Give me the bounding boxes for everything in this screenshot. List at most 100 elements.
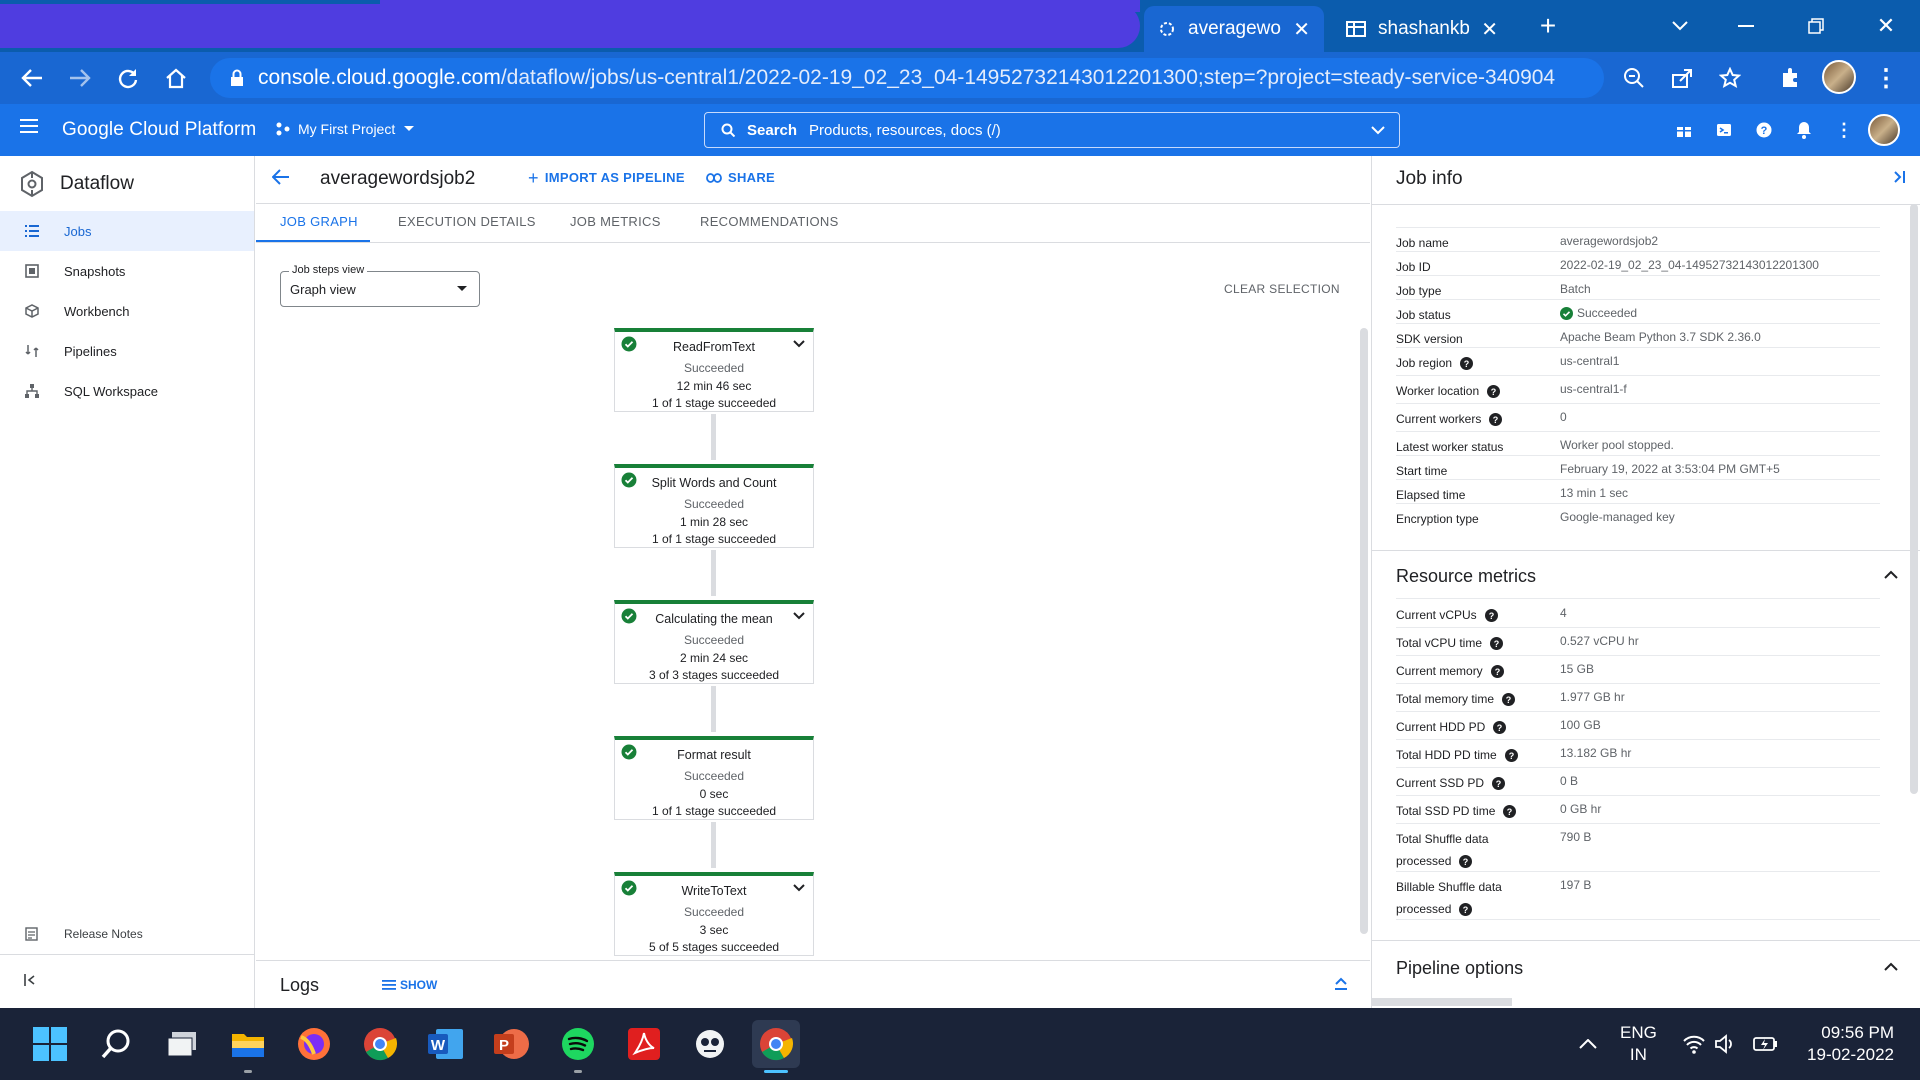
reload-icon[interactable] bbox=[112, 62, 144, 94]
sidebar-item-pipelines[interactable]: Pipelines bbox=[0, 331, 254, 371]
info-key: Total HDD PD time? bbox=[1396, 744, 1556, 766]
sidebar: Dataflow Jobs Snapshots Workbench Pipeli… bbox=[0, 156, 255, 1008]
chevron-up-icon[interactable] bbox=[1884, 962, 1898, 971]
help-icon[interactable]: ? bbox=[1503, 805, 1517, 819]
gift-icon[interactable] bbox=[1672, 118, 1696, 142]
chrome-icon[interactable] bbox=[752, 1020, 800, 1068]
sidebar-item-workbench[interactable]: Workbench bbox=[0, 291, 254, 331]
browser-menu-icon[interactable]: ⋮ bbox=[1868, 60, 1904, 96]
close-tab-icon[interactable]: ✕ bbox=[1481, 17, 1498, 42]
chevron-up-icon[interactable] bbox=[1884, 570, 1898, 579]
help-icon[interactable]: ? bbox=[1752, 118, 1776, 142]
chrome-icon[interactable] bbox=[356, 1020, 404, 1068]
back-arrow-icon[interactable] bbox=[272, 168, 290, 186]
panel-scrollbar[interactable] bbox=[1910, 204, 1918, 794]
word-icon[interactable]: W bbox=[422, 1020, 470, 1068]
product-header[interactable]: Dataflow bbox=[20, 166, 134, 202]
cloud-shell-icon[interactable] bbox=[1712, 118, 1736, 142]
import-as-pipeline-button[interactable]: + IMPORT AS PIPELINE bbox=[528, 169, 685, 187]
wifi-icon[interactable] bbox=[1680, 1030, 1708, 1058]
collapse-sidebar-icon[interactable] bbox=[24, 974, 36, 986]
help-icon[interactable]: ? bbox=[1489, 413, 1503, 427]
spotify-icon[interactable] bbox=[554, 1020, 602, 1068]
panel-horizontal-scrollbar[interactable] bbox=[1372, 998, 1512, 1006]
app-icon[interactable] bbox=[686, 1020, 734, 1068]
search-input[interactable]: Search Products, resources, docs (/) bbox=[704, 112, 1400, 148]
graph-node-calculating-the-mean[interactable]: Calculating the mean Succeeded 2 min 24 … bbox=[614, 600, 814, 684]
bookmark-star-icon[interactable] bbox=[1712, 60, 1748, 96]
tab-title: shashankbe bbox=[1378, 18, 1470, 39]
extensions-icon[interactable] bbox=[1772, 60, 1808, 96]
tab-execution-details[interactable]: EXECUTION DETAILS bbox=[398, 214, 536, 229]
import-label: IMPORT AS PIPELINE bbox=[544, 170, 685, 185]
chevron-up-icon[interactable] bbox=[1574, 1030, 1602, 1058]
job-steps-view-select[interactable]: Job steps view Graph view bbox=[280, 264, 480, 307]
help-icon[interactable]: ? bbox=[1490, 637, 1504, 651]
sidebar-item-sql-workspace[interactable]: SQL Workspace bbox=[0, 371, 254, 411]
gcp-brand[interactable]: Google Cloud Platform bbox=[62, 119, 256, 141]
tab-recommendations[interactable]: RECOMMENDATIONS bbox=[700, 214, 839, 229]
notifications-bell-icon[interactable] bbox=[1792, 118, 1816, 142]
graph-node-write-to-text[interactable]: WriteToText Succeeded 3 sec 5 of 5 stage… bbox=[614, 872, 814, 956]
help-icon[interactable]: ? bbox=[1459, 855, 1473, 869]
browser-profile-avatar[interactable] bbox=[1822, 60, 1856, 94]
project-picker[interactable]: My First Project bbox=[276, 121, 415, 137]
graph-scrollbar[interactable] bbox=[1360, 328, 1368, 934]
minimize-icon[interactable] bbox=[1726, 8, 1766, 44]
zoom-icon[interactable] bbox=[1616, 60, 1652, 96]
node-time: 0 sec bbox=[699, 787, 729, 801]
sidebar-item-snapshots[interactable]: Snapshots bbox=[0, 251, 254, 291]
search-icon[interactable] bbox=[92, 1020, 140, 1068]
forward-icon[interactable] bbox=[64, 62, 96, 94]
help-icon[interactable]: ? bbox=[1493, 721, 1507, 735]
close-window-icon[interactable]: ✕ bbox=[1866, 8, 1906, 44]
file-explorer-icon[interactable] bbox=[224, 1020, 272, 1068]
share-page-icon[interactable] bbox=[1664, 60, 1700, 96]
help-icon[interactable]: ? bbox=[1504, 749, 1518, 763]
help-icon[interactable]: ? bbox=[1460, 357, 1474, 371]
clear-selection-button[interactable]: CLEAR SELECTION bbox=[1224, 282, 1340, 296]
home-icon[interactable] bbox=[160, 62, 192, 94]
expand-up-icon[interactable] bbox=[1334, 977, 1348, 991]
graph-node-read-from-text[interactable]: ReadFromText Succeeded 12 min 46 sec 1 o… bbox=[614, 328, 814, 412]
browser-tab[interactable]: shashankbe ✕ bbox=[1332, 6, 1512, 52]
help-icon[interactable]: ? bbox=[1502, 693, 1516, 707]
graph-node-split-words-and-count[interactable]: Split Words and Count Succeeded 1 min 28… bbox=[614, 464, 814, 548]
address-bar[interactable]: console.cloud.google.com/dataflow/jobs/u… bbox=[210, 58, 1604, 98]
new-tab-icon[interactable]: + bbox=[1528, 8, 1568, 44]
help-icon[interactable]: ? bbox=[1487, 385, 1501, 399]
info-value: 790 B bbox=[1560, 830, 1592, 844]
battery-charging-icon[interactable] bbox=[1752, 1030, 1780, 1058]
restore-icon[interactable] bbox=[1796, 8, 1836, 44]
more-vert-icon[interactable]: ⋮ bbox=[1832, 118, 1856, 142]
tab-job-graph[interactable]: JOB GRAPH bbox=[280, 214, 358, 229]
tab-job-metrics[interactable]: JOB METRICS bbox=[570, 214, 661, 229]
help-icon[interactable]: ? bbox=[1492, 777, 1506, 791]
system-clock[interactable]: 09:56 PM 19-02-2022 bbox=[1794, 1022, 1894, 1066]
volume-icon[interactable] bbox=[1712, 1030, 1740, 1058]
info-value: 0 GB hr bbox=[1560, 802, 1602, 816]
language-indicator[interactable]: ENG IN bbox=[1620, 1022, 1657, 1066]
chevron-down-icon[interactable] bbox=[1371, 126, 1385, 135]
browser-tab-active[interactable]: averagewords ✕ bbox=[1144, 6, 1324, 52]
share-button[interactable]: SHARE bbox=[706, 170, 775, 185]
task-view-icon[interactable] bbox=[158, 1020, 206, 1068]
key-text: Billable Shuffle data processed bbox=[1396, 880, 1502, 916]
back-icon[interactable] bbox=[16, 62, 48, 94]
account-avatar[interactable] bbox=[1868, 114, 1900, 146]
acrobat-icon[interactable] bbox=[620, 1020, 668, 1068]
help-icon[interactable]: ? bbox=[1484, 609, 1498, 623]
collapse-panel-icon[interactable] bbox=[1892, 170, 1906, 184]
show-logs-button[interactable]: SHOW bbox=[382, 978, 437, 992]
tab-search-icon[interactable] bbox=[1660, 8, 1700, 44]
firefox-icon[interactable] bbox=[290, 1020, 338, 1068]
windows-start-icon[interactable] bbox=[26, 1020, 74, 1068]
hamburger-menu-icon[interactable] bbox=[20, 118, 40, 134]
powerpoint-icon[interactable]: P bbox=[488, 1020, 536, 1068]
help-icon[interactable]: ? bbox=[1490, 665, 1504, 679]
close-tab-icon[interactable]: ✕ bbox=[1293, 17, 1310, 42]
help-icon[interactable]: ? bbox=[1459, 903, 1473, 917]
graph-node-format-result[interactable]: Format result Succeeded 0 sec 1 of 1 sta… bbox=[614, 736, 814, 820]
sidebar-item-jobs[interactable]: Jobs bbox=[0, 211, 254, 251]
release-notes-link[interactable]: Release Notes bbox=[0, 914, 254, 954]
